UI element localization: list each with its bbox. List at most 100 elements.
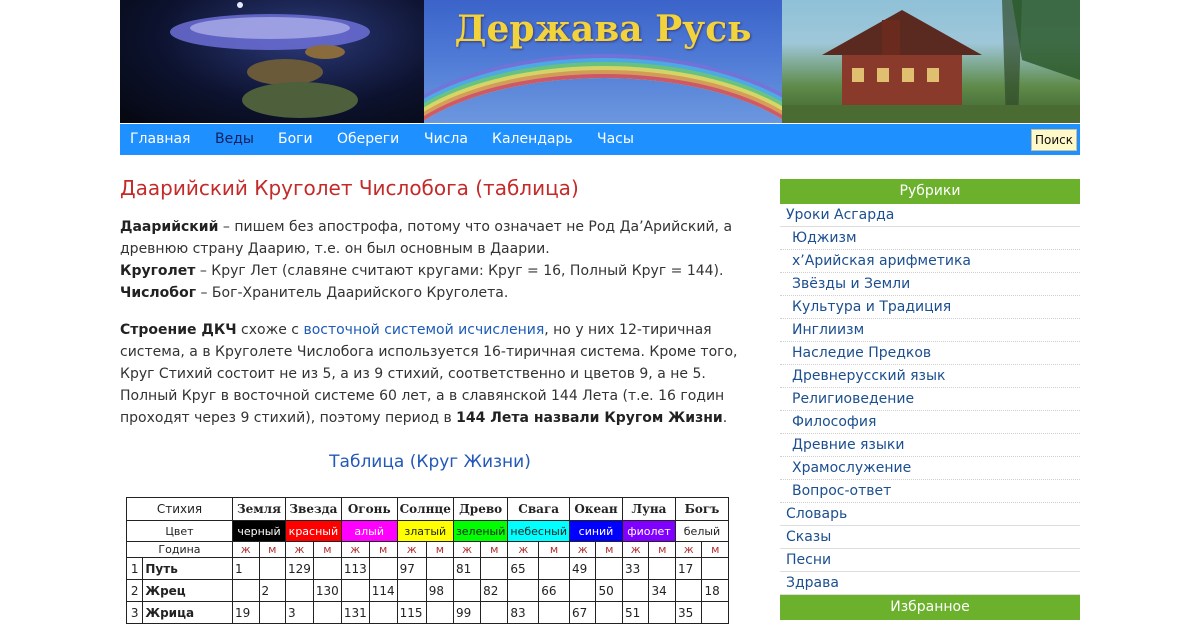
year-cell <box>368 557 398 580</box>
year-cell: 19 <box>232 601 260 624</box>
sidebar-item[interactable]: Древнерусский язык <box>780 365 1080 388</box>
sidebar-item[interactable]: Словарь <box>780 503 1080 526</box>
page: Держава Русь Главная Веды Боги Обереги Ч… <box>120 0 1080 624</box>
year-cell <box>285 579 314 602</box>
year-cell: 98 <box>425 579 454 602</box>
site-header: Держава Русь <box>120 0 1080 123</box>
sidebar-item[interactable]: Храмослужение <box>780 457 1080 480</box>
sidebar-item[interactable]: Культура и Традиция <box>780 296 1080 319</box>
year-cell: 18 <box>701 579 729 602</box>
sidebar-item[interactable]: Инглиизм <box>780 319 1080 342</box>
year-cell: 115 <box>396 601 427 624</box>
year-cell: 51 <box>621 601 650 624</box>
muzhskaya-label: м <box>538 541 570 558</box>
color-cell: фиолет <box>621 520 676 542</box>
term-krugolet-def: – Круг Лет (славяне считают кругами: Кру… <box>195 263 724 279</box>
row-name: Путь <box>142 557 233 580</box>
table-caption: Таблица (Круг Жизни) <box>329 452 531 472</box>
element-cell: Свага <box>507 497 570 521</box>
year-cell: 130 <box>312 579 342 602</box>
muzhskaya-label: м <box>425 541 454 558</box>
table-row: 1 Путь 1 129 113 97 81 65 49 33 17 <box>125 557 729 580</box>
year-cell <box>621 579 650 602</box>
row-name: Жрица <box>142 601 233 624</box>
favorites-heading: Избранное <box>780 595 1080 620</box>
year-cell: 65 <box>507 557 540 580</box>
year-cell <box>568 579 597 602</box>
year-cell <box>674 579 703 602</box>
structure-term: Строение ДКЧ <box>120 322 237 338</box>
table-row-elements: Стихия Земля Звезда Огонь Солнце Древо С… <box>126 497 729 521</box>
element-cell: Земля <box>232 497 286 521</box>
year-cell <box>232 579 260 602</box>
year-cell <box>258 601 286 624</box>
year-cell: 50 <box>595 579 623 602</box>
sidebar-item[interactable]: Религиоведение <box>780 388 1080 411</box>
year-cell <box>340 579 370 602</box>
term-chislobog: Числобог <box>120 285 197 301</box>
zhenskaya-label: ж <box>568 541 597 558</box>
header-image-temple <box>782 0 1080 123</box>
nav-item-vedy[interactable]: Веды <box>215 124 254 155</box>
nav-item-clock[interactable]: Часы <box>597 124 634 155</box>
muzhskaya-label: м <box>595 541 623 558</box>
year-cell: 2 <box>258 579 286 602</box>
sidebar-item[interactable]: Сказы <box>780 526 1080 549</box>
structure-paragraph: Строение ДКЧ схоже с восточной системой … <box>120 319 740 429</box>
sidebar-item[interactable]: Наследие Предков <box>780 342 1080 365</box>
color-cell: синий <box>568 520 623 542</box>
sidebar: Рубрики Уроки Асгарда Юджизм х’Арийская ар… <box>780 179 1080 620</box>
color-cell: черный <box>232 520 286 542</box>
zhenskaya-label: ж <box>621 541 650 558</box>
year-cell <box>701 557 729 580</box>
color-cell: небесный <box>507 520 570 542</box>
search-button[interactable]: Поиск <box>1031 129 1077 151</box>
year-cell <box>595 557 623 580</box>
muzhskaya-label: м <box>312 541 342 558</box>
muzhskaya-label: м <box>480 541 509 558</box>
color-cell: зеленый <box>452 520 509 542</box>
row-number: 1 <box>125 557 144 580</box>
year-cell <box>595 601 623 624</box>
element-cell: Солнце <box>396 497 454 521</box>
sidebar-item[interactable]: Философия <box>780 411 1080 434</box>
year-cell <box>538 557 570 580</box>
year-cell <box>368 601 398 624</box>
term-chislobog-def: – Бог-Хранитель Даарийского Круголета. <box>196 285 509 301</box>
nav-item-main[interactable]: Главная <box>130 124 190 155</box>
color-cell: белый <box>674 520 729 542</box>
nav-item-calendar[interactable]: Календарь <box>492 124 573 155</box>
table-row: 2 Жрец 2 130 114 98 82 66 50 34 18 <box>125 579 729 602</box>
year-cell <box>507 579 540 602</box>
zhenskaya-label: ж <box>507 541 540 558</box>
zhenskaya-label: ж <box>340 541 370 558</box>
year-cell: 131 <box>340 601 370 624</box>
sidebar-item[interactable]: Звёзды и Земли <box>780 273 1080 296</box>
nav-item-numbers[interactable]: Числа <box>424 124 468 155</box>
eastern-system-link[interactable]: восточной системой исчисления <box>303 322 544 338</box>
sidebar-item[interactable]: Здрава <box>780 572 1080 595</box>
muzhskaya-label: м <box>648 541 676 558</box>
year-cell: 97 <box>396 557 427 580</box>
site-title[interactable]: Держава Русь <box>424 8 782 50</box>
year-cell <box>648 557 676 580</box>
sidebar-item[interactable]: Песни <box>780 549 1080 572</box>
year-cell <box>452 579 482 602</box>
year-cell <box>480 601 509 624</box>
sidebar-item[interactable]: Уроки Асгарда <box>780 204 1080 227</box>
year-cell <box>425 601 454 624</box>
structure-text-1: схоже с <box>236 322 304 338</box>
zhenskaya-label: ж <box>674 541 703 558</box>
header-image-flat-earth <box>120 0 424 123</box>
element-cell: Богъ <box>674 497 729 521</box>
sidebar-item[interactable]: х’Арийская арифметика <box>780 250 1080 273</box>
sidebar-item[interactable]: Древние языки <box>780 434 1080 457</box>
zhenskaya-label: ж <box>396 541 427 558</box>
nav-item-gods[interactable]: Боги <box>278 124 313 155</box>
sidebar-item[interactable]: Вопрос-ответ <box>780 480 1080 503</box>
circle-of-life-term: 144 Лета назвали Кругом Жизни <box>456 410 723 426</box>
sidebar-item[interactable]: Юджизм <box>780 227 1080 250</box>
nav-item-amulets[interactable]: Обереги <box>337 124 399 155</box>
year-cell: 34 <box>648 579 676 602</box>
year-cell: 113 <box>340 557 370 580</box>
